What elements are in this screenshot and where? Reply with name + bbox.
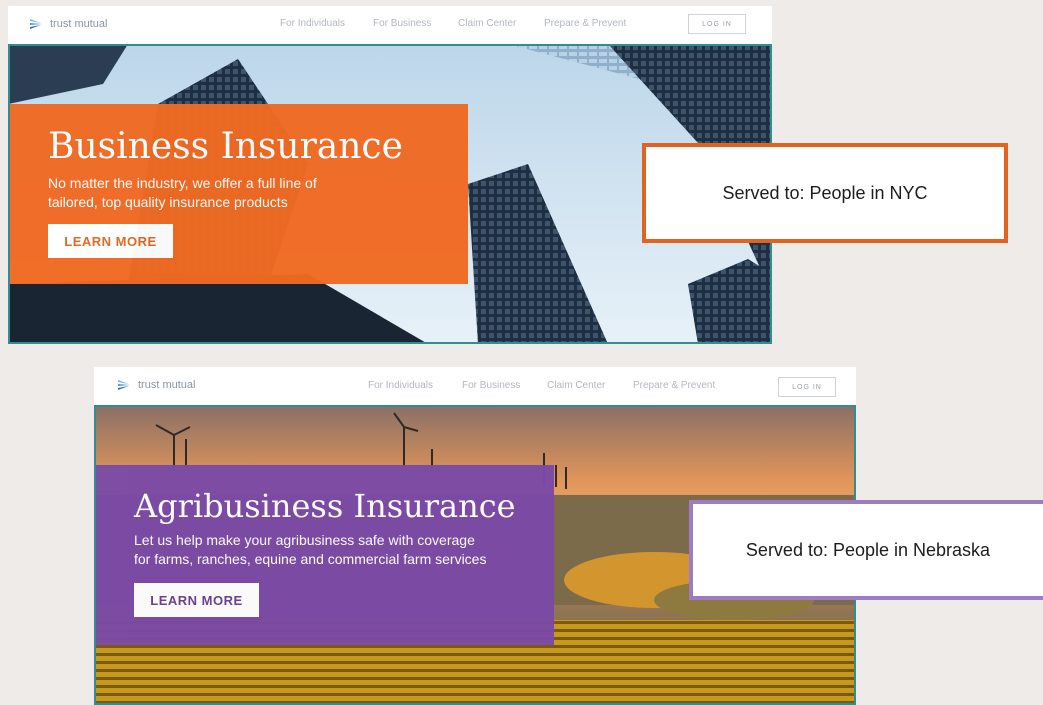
logo-text: trust mutual [138, 379, 196, 391]
nav-for-individuals[interactable]: For Individuals [280, 18, 345, 29]
hero-subtitle-line1: Let us help make your agribusiness safe … [134, 532, 475, 548]
nav-claim-center[interactable]: Claim Center [547, 380, 605, 391]
logo-text: trust mutual [50, 18, 108, 30]
nav-for-individuals[interactable]: For Individuals [368, 380, 433, 391]
nav-for-business[interactable]: For Business [462, 380, 520, 391]
hero-title: Business Insurance [48, 126, 403, 167]
nav-prepare-prevent[interactable]: Prepare & Prevent [633, 380, 715, 391]
hero-panel: Agribusiness Insurance Let us help make … [96, 465, 554, 645]
login-button[interactable]: LOG IN [778, 377, 836, 397]
hero-subtitle-line1: No matter the industry, we offer a full … [48, 175, 317, 191]
top-nav: trust mutual For Individuals For Busines… [8, 6, 772, 46]
top-nav: trust mutual For Individuals For Busines… [94, 367, 856, 407]
targeting-callout: Served to: People in Nebraska [689, 500, 1043, 600]
hero-title: Agribusiness Insurance [134, 487, 516, 525]
nav-for-business[interactable]: For Business [373, 18, 431, 29]
logo[interactable]: trust mutual [28, 16, 107, 32]
logo-arrow-icon [30, 19, 42, 29]
hero-panel: Business Insurance No matter the industr… [10, 104, 468, 284]
login-button[interactable]: LOG IN [688, 14, 746, 34]
learn-more-button[interactable]: LEARN MORE [134, 583, 259, 617]
learn-more-button[interactable]: LEARN MORE [48, 224, 173, 258]
hero-subtitle-line2: for farms, ranches, equine and commercia… [134, 551, 487, 567]
nav-prepare-prevent[interactable]: Prepare & Prevent [544, 18, 626, 29]
logo[interactable]: trust mutual [116, 377, 195, 393]
targeting-callout: Served to: People in NYC [642, 143, 1008, 243]
nav-claim-center[interactable]: Claim Center [458, 18, 516, 29]
hero-subtitle-line2: tailored, top quality insurance products [48, 194, 288, 210]
logo-arrow-icon [118, 380, 130, 390]
